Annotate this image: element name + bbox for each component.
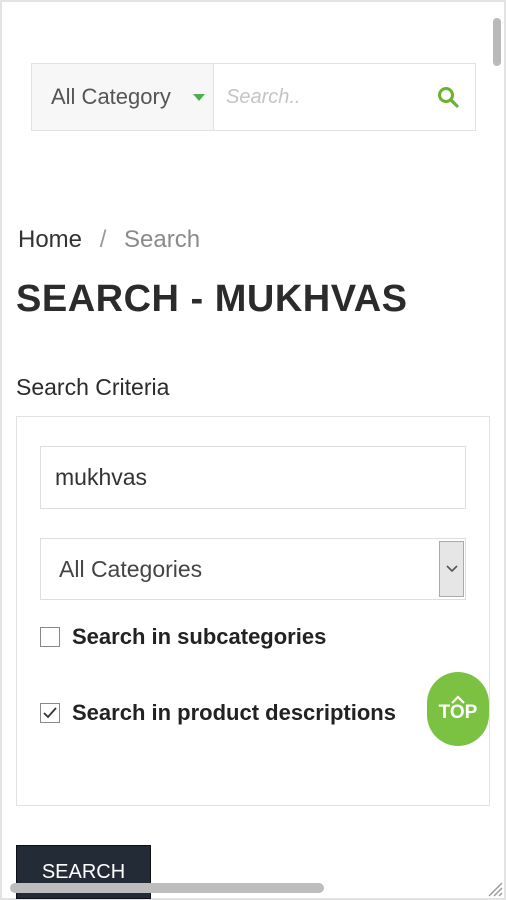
chevron-down-icon bbox=[445, 565, 458, 573]
category-dropdown-label: All Category bbox=[51, 84, 171, 109]
subcategories-checkbox[interactable] bbox=[40, 627, 60, 647]
keyword-input-value: mukhvas bbox=[55, 464, 148, 490]
checkmark-icon bbox=[43, 707, 57, 719]
keyword-input[interactable]: mukhvas bbox=[40, 446, 466, 509]
descriptions-label: Search in product descriptions bbox=[72, 700, 396, 725]
subcategories-option: Search in subcategories bbox=[40, 624, 326, 650]
horizontal-scrollbar[interactable] bbox=[10, 883, 324, 893]
category-dropdown[interactable]: All Category bbox=[32, 64, 214, 130]
search-icon bbox=[438, 87, 459, 108]
breadcrumb-separator: / bbox=[99, 226, 107, 253]
breadcrumb: Home / Search bbox=[18, 226, 200, 254]
top-search-bar: All Category Search.. bbox=[31, 63, 476, 131]
back-to-top-button[interactable]: TOP bbox=[427, 672, 489, 746]
breadcrumb-current[interactable]: Search bbox=[124, 226, 200, 253]
breadcrumb-home-link[interactable]: Home bbox=[18, 226, 82, 253]
caret-down-icon bbox=[192, 93, 205, 101]
header-search-button[interactable] bbox=[421, 64, 475, 130]
select-arrow-button[interactable] bbox=[439, 541, 464, 597]
back-to-top-label: TOP bbox=[438, 701, 478, 723]
search-criteria-label: Search Criteria bbox=[16, 374, 170, 400]
vertical-scrollbar[interactable] bbox=[493, 18, 501, 66]
descriptions-checkbox[interactable] bbox=[40, 703, 60, 723]
header-search-placeholder: Search.. bbox=[226, 85, 301, 108]
header-search-input[interactable]: Search.. bbox=[214, 64, 421, 130]
page-title: SEARCH - MUKHVAS bbox=[16, 278, 408, 320]
resize-grip-icon[interactable] bbox=[485, 879, 503, 897]
subcategories-label: Search in subcategories bbox=[72, 624, 327, 649]
category-select[interactable]: All Categories bbox=[40, 538, 466, 600]
category-select-value: All Categories bbox=[59, 555, 203, 582]
descriptions-option: Search in product descriptions bbox=[40, 700, 396, 726]
search-submit-label: SEARCH bbox=[41, 860, 126, 883]
